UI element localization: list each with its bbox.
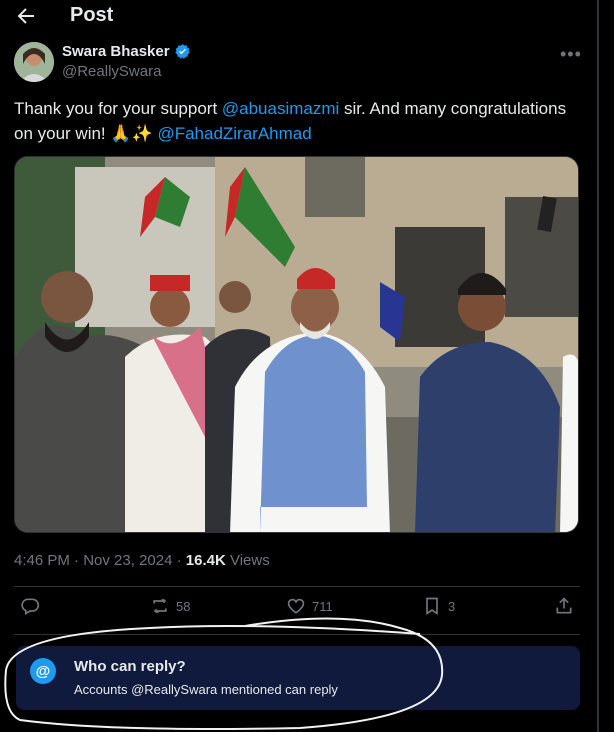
tweet-meta: 4:46 PM · Nov 23, 2024 · 16.4K Views bbox=[14, 552, 270, 569]
reply-restriction-title: Who can reply? bbox=[74, 658, 186, 675]
page-title: Post bbox=[70, 4, 114, 26]
reply-restriction-subtitle: Accounts @ReallySwara mentioned can repl… bbox=[74, 682, 338, 697]
views-label: Views bbox=[225, 552, 270, 569]
tweet-text-part: Thank you for your support bbox=[14, 99, 222, 118]
more-options-icon[interactable]: ••• bbox=[560, 44, 582, 65]
divider bbox=[14, 634, 580, 635]
share-icon bbox=[556, 597, 572, 614]
reply-restriction-box: @ Who can reply? Accounts @ReallySwara m… bbox=[16, 646, 580, 710]
timestamp[interactable]: 4:46 PM bbox=[14, 552, 70, 569]
views-count: 16.4K bbox=[185, 552, 226, 569]
bookmark-icon bbox=[426, 597, 438, 616]
author-handle[interactable]: @ReallySwara bbox=[62, 63, 191, 80]
tweet-photo[interactable] bbox=[14, 156, 579, 533]
bookmark-count: 3 bbox=[448, 598, 456, 614]
at-icon: @ bbox=[30, 658, 56, 684]
scroll-edge bbox=[597, 0, 599, 732]
retweet-icon bbox=[153, 598, 167, 614]
top-bar: Post bbox=[0, 0, 614, 34]
tweet-text: Thank you for your support @abuasimazmi … bbox=[14, 96, 574, 146]
heart-icon bbox=[287, 598, 305, 614]
avatar[interactable] bbox=[14, 42, 54, 82]
retweet-button[interactable]: 58 bbox=[150, 596, 190, 616]
verified-badge-icon bbox=[174, 44, 190, 59]
separator: · bbox=[69, 552, 84, 569]
author-name[interactable]: Swara Bhasker bbox=[62, 43, 170, 60]
reply-button[interactable] bbox=[20, 596, 46, 616]
mention-link[interactable]: @abuasimazmi bbox=[222, 99, 339, 118]
separator: · bbox=[172, 552, 186, 569]
arrow-left-icon[interactable] bbox=[14, 4, 38, 28]
mention-link[interactable]: @FahadZirarAhmad bbox=[157, 124, 311, 143]
share-button[interactable] bbox=[554, 596, 574, 616]
action-bar: 58 711 3 bbox=[0, 596, 614, 624]
retweet-count: 58 bbox=[176, 598, 191, 614]
author-block: Swara Bhasker @ReallySwara bbox=[62, 43, 191, 80]
like-button[interactable]: 711 bbox=[286, 596, 333, 616]
reply-icon bbox=[21, 598, 40, 615]
date[interactable]: Nov 23, 2024 bbox=[83, 552, 172, 569]
bookmark-button[interactable]: 3 bbox=[422, 596, 455, 616]
divider bbox=[14, 586, 580, 587]
like-count: 711 bbox=[312, 598, 333, 614]
